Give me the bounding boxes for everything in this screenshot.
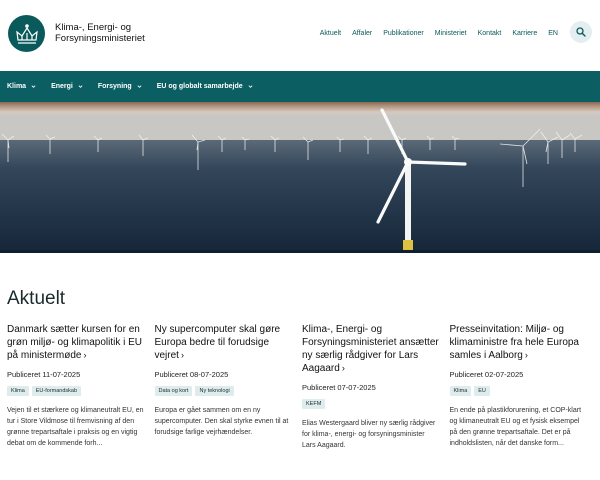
card-title-text: Klima-, Energi- og Forsyningsministeriet… [302, 324, 439, 374]
topnav-affaler[interactable]: Affaler [352, 30, 372, 37]
top-navigation: Aktuelt Affaler Publikationer Ministerie… [309, 21, 592, 43]
chevron-right-icon: › [180, 350, 184, 360]
hero-image-wind-farm [0, 102, 600, 253]
card-title-link[interactable]: Klima-, Energi- og Forsyningsministeriet… [302, 323, 442, 375]
mainnav-label: Energi [51, 83, 73, 90]
card-tags: Klima EU [449, 386, 598, 396]
chevron-right-icon: › [341, 363, 345, 373]
search-icon [576, 27, 586, 37]
chevron-down-icon [137, 85, 142, 88]
crown-logo[interactable] [8, 15, 45, 52]
chevron-right-icon: › [524, 350, 528, 360]
topnav-publikationer[interactable]: Publikationer [383, 30, 423, 37]
tag[interactable]: EU [474, 386, 490, 396]
card-title-text: Ny supercomputer skal gøre Europa bedre … [154, 324, 281, 361]
chevron-down-icon [31, 85, 36, 88]
topnav-karriere[interactable]: Karriere [512, 30, 537, 37]
ministry-name-line2: Forsyningsministeriet [55, 33, 145, 44]
card-date: Publiceret 08-07-2025 [154, 370, 229, 379]
mainnav-eu-globalt[interactable]: EU og globalt samarbejde [157, 83, 253, 90]
card-excerpt: Vejen til et stærkere og klimaneutralt E… [7, 407, 144, 447]
card-title-link[interactable]: Presseinvitation: Miljø- og klimaministr… [450, 323, 590, 362]
wind-farm-illustration [0, 102, 600, 253]
search-button[interactable] [570, 21, 592, 43]
news-card-list: Danmark sætter kursen for en grøn miljø-… [7, 323, 597, 451]
tag[interactable]: Klima [7, 386, 29, 396]
card-title-text: Presseinvitation: Miljø- og klimaministr… [449, 324, 580, 361]
card-excerpt: En ende på plastikforurening, et COP-kla… [449, 407, 582, 447]
chevron-down-icon [78, 85, 83, 88]
card-excerpt: Europa er gået sammen om en ny supercomp… [154, 407, 289, 436]
card-tags: KEFM [302, 399, 450, 409]
tag[interactable]: EU-formandskab [31, 386, 82, 396]
card-date: Publiceret 02-07-2025 [449, 370, 524, 379]
card-tags: Data og kort Ny teknologi [154, 386, 303, 396]
card-date: Publiceret 07-07-2025 [302, 383, 376, 392]
tag[interactable]: Klima [449, 386, 472, 396]
mainnav-label: EU og globalt samarbejde [156, 83, 243, 90]
ministry-name[interactable]: Klima-, Energi- og Forsyningsministeriet [55, 22, 175, 44]
mainnav-label: Forsyning [97, 83, 132, 90]
chevron-down-icon [248, 85, 253, 88]
section-title: Aktuelt [7, 288, 66, 309]
card-excerpt: Elias Westergaard bliver ny særlig rådgi… [302, 420, 436, 449]
news-card[interactable]: Presseinvitation: Miljø- og klimaministr… [449, 323, 598, 451]
topnav-kontakt[interactable]: Kontakt [478, 30, 502, 37]
mainnav-forsyning[interactable]: Forsyning [98, 83, 142, 90]
topnav-aktuelt[interactable]: Aktuelt [320, 30, 341, 37]
mainnav-label: Klima [7, 83, 27, 90]
news-card[interactable]: Danmark sætter kursen for en grøn miljø-… [7, 323, 155, 451]
crown-icon [15, 23, 38, 44]
ministry-name-line1: Klima-, Energi- og [55, 22, 132, 33]
card-date: Publiceret 11-07-2025 [7, 370, 81, 379]
tag[interactable]: Ny teknologi [195, 386, 234, 396]
chevron-right-icon: › [83, 350, 87, 360]
card-title-link[interactable]: Ny supercomputer skal gøre Europa bedre … [155, 323, 295, 362]
tag[interactable]: KEFM [302, 399, 326, 409]
card-title-link[interactable]: Danmark sætter kursen for en grøn miljø-… [7, 323, 147, 362]
topnav-language-en[interactable]: EN [548, 30, 558, 37]
mainnav-energi[interactable]: Energi [51, 83, 83, 90]
main-navigation: Klima Energi Forsyning EU og globalt sam… [0, 71, 600, 102]
mainnav-klima[interactable]: Klima [7, 83, 36, 90]
card-title-text: Danmark sætter kursen for en grøn miljø-… [7, 324, 143, 361]
topnav-ministeriet[interactable]: Ministeriet [435, 30, 467, 37]
card-tags: Klima EU-formandskab [7, 386, 155, 396]
news-card[interactable]: Ny supercomputer skal gøre Europa bedre … [154, 323, 303, 451]
site-header: Klima-, Energi- og Forsyningsministeriet… [0, 0, 600, 70]
tag[interactable]: Data og kort [154, 386, 193, 396]
news-card[interactable]: Klima-, Energi- og Forsyningsministeriet… [302, 323, 450, 451]
